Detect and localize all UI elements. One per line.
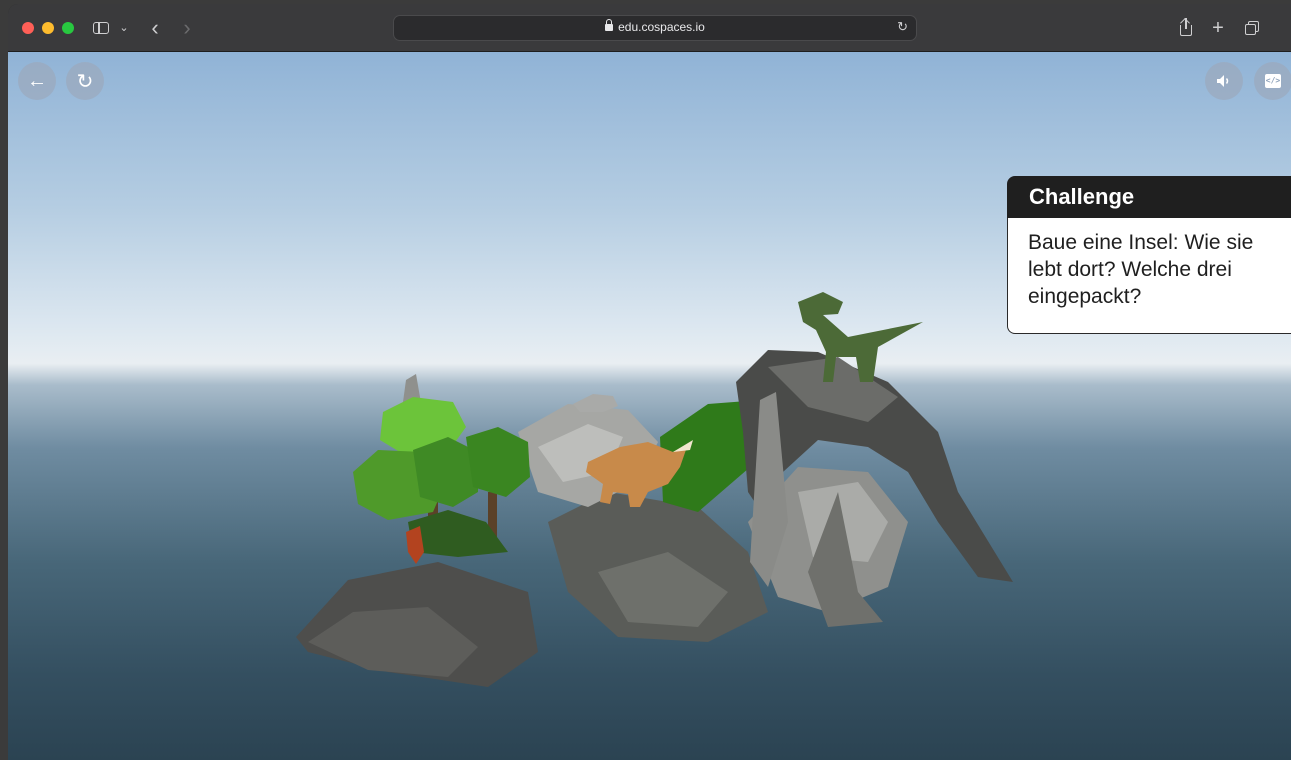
- close-window-button[interactable]: [22, 22, 34, 34]
- minimize-window-button[interactable]: [42, 22, 54, 34]
- url-display: edu.cospaces.io: [394, 19, 916, 34]
- code-icon: </>: [1265, 74, 1281, 88]
- browser-window: ⌄ ‹ › edu.cospaces.io ↻ + ← ↻ </> Challe…: [8, 4, 1291, 760]
- address-bar[interactable]: edu.cospaces.io ↻: [393, 15, 917, 41]
- reload-icon[interactable]: ↻: [897, 19, 908, 35]
- restart-icon: ↻: [76, 70, 94, 93]
- forward-arrow-icon[interactable]: ›: [176, 16, 198, 40]
- maximize-window-button[interactable]: [62, 22, 74, 34]
- share-arrow-icon: [1185, 18, 1187, 29]
- back-button[interactable]: ←: [18, 62, 56, 100]
- sidebar-toggle-button[interactable]: [90, 16, 112, 40]
- challenge-text: Baue eine Insel: Wie sie lebt dort? Welc…: [1007, 218, 1291, 334]
- code-button[interactable]: </>: [1254, 62, 1291, 100]
- restart-button[interactable]: ↻: [66, 62, 104, 100]
- challenge-line: lebt dort? Welche drei: [1028, 258, 1232, 281]
- new-tab-button[interactable]: +: [1208, 16, 1228, 40]
- sidebar-icon: [93, 22, 109, 34]
- island-scene: [296, 292, 1013, 687]
- 3d-scene-viewport[interactable]: ← ↻ </> Challenge Baue eine Insel: Wie s…: [8, 52, 1291, 760]
- challenge-title: Challenge: [1007, 176, 1291, 218]
- tab-overview-button[interactable]: [1241, 16, 1263, 40]
- island: [296, 350, 1013, 687]
- url-text: edu.cospaces.io: [618, 20, 705, 34]
- speaker-icon: [1217, 75, 1229, 87]
- tab-overview-icon-front: [1245, 24, 1256, 35]
- back-arrow-icon[interactable]: ‹: [144, 16, 166, 40]
- title-bar: ⌄ ‹ › edu.cospaces.io ↻ +: [8, 4, 1291, 52]
- challenge-panel: Challenge Baue eine Insel: Wie sie lebt …: [1007, 176, 1291, 334]
- share-button[interactable]: [1176, 16, 1196, 40]
- trees: [353, 397, 530, 557]
- challenge-line: eingepackt?: [1028, 285, 1142, 308]
- chevron-down-icon[interactable]: ⌄: [116, 16, 132, 40]
- back-arrow-icon: ←: [27, 69, 47, 92]
- challenge-line: Baue eine Insel: Wie sie: [1028, 231, 1254, 254]
- lock-icon: [605, 19, 614, 31]
- sound-button[interactable]: [1205, 62, 1243, 100]
